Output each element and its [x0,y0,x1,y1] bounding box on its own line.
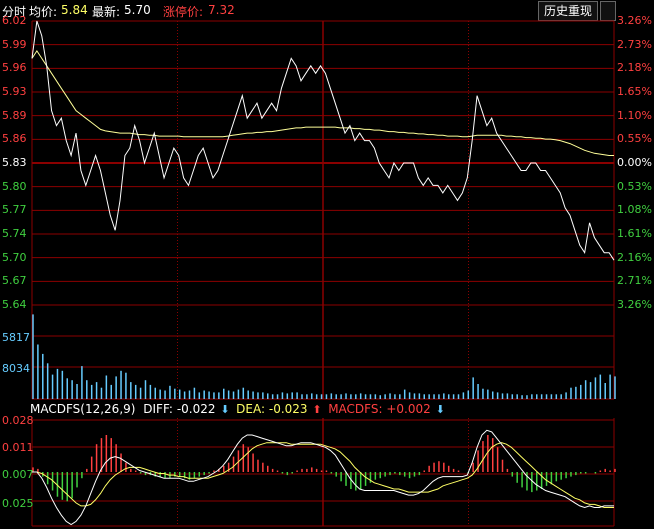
macd-axis-label: 0.011 [2,441,34,454]
percent-axis-label: 0.00% [617,156,652,169]
diff-value: -0.022 [176,402,216,416]
dea-label: DEA: [236,402,266,416]
arrow-down-icon: ⬇ [220,403,230,416]
macd-axis-label: 0.007 [2,468,34,481]
volume-axis-label: 5817 [2,331,30,344]
price-axis-label: 5.83 [2,156,27,169]
percent-axis-label: 2.18% [617,61,652,75]
macd-value: +0.002 [386,402,431,416]
percent-axis-label: 2.16% [617,250,652,264]
price-axis-label: 5.74 [2,227,27,240]
percent-axis-label: 1.08% [617,203,652,217]
percent-axis-label: 0.55% [617,132,652,146]
chart-grid [31,20,615,527]
percent-axis-label: 1.61% [617,227,652,240]
macd-header: MACDFS(12,26,9) DIFF: -0.022 ⬇ DEA: -0.0… [30,402,448,418]
macd-axis-label: 0.025 [2,497,34,510]
macd-axis-label: 0.028 [2,414,34,427]
price-axis-label: 5.64 [2,298,27,311]
percent-axis-label: 1.65% [617,85,652,98]
price-axis-label: 5.96 [2,61,27,75]
percent-axis-label: 3.26% [617,298,652,311]
dea-value: -0.023 [268,402,308,416]
price-axis-label: 5.99 [2,37,27,51]
percent-axis-label: 2.73% [617,37,652,51]
price-axis-label: 5.67 [2,274,27,288]
arrow-up-icon: ⬆ [312,403,322,416]
price-axis-label: 5.70 [2,250,27,264]
percent-axis-label: 2.71% [617,274,652,288]
diff-label: DIFF: [143,402,173,416]
arrow-down-icon: ⬇ [435,403,445,416]
volume-axis-label: 8034 [2,362,30,375]
percent-axis-label: 0.53% [617,179,652,193]
price-axis-label: 5.86 [2,132,27,146]
macd-label: MACDFS: [328,402,383,416]
chart-canvas[interactable] [0,0,654,529]
percent-axis-label: 3.26% [617,14,652,27]
price-axis-label: 6.02 [2,14,27,27]
price-axis-label: 5.80 [2,179,27,193]
price-axis-label: 5.77 [2,203,27,217]
price-axis-label: 5.93 [2,85,27,98]
price-axis-label: 5.89 [2,108,27,122]
percent-axis-label: 1.10% [617,108,652,122]
macd-title: MACDFS(12,26,9) [30,402,136,416]
volume-bars [32,314,616,399]
